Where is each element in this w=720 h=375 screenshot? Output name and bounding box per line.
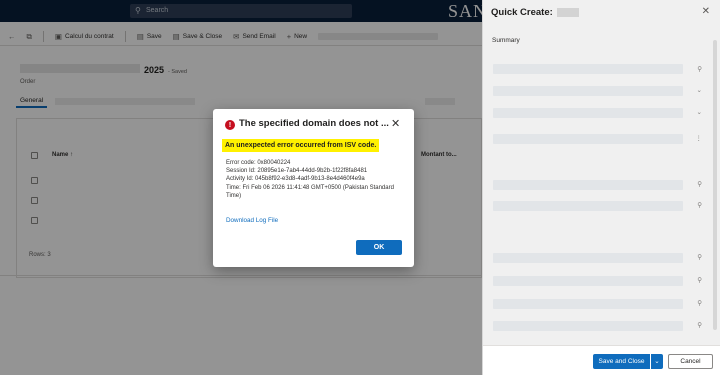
error-code: Error code: 0x80040224 [226, 160, 291, 166]
error-message-highlight: An unexpected error occurred from ISV co… [222, 139, 380, 152]
error-dialog: ! The specified domain does not ... ✕ An… [213, 109, 414, 267]
quick-create-footer: Save and Close ⌄ Cancel [483, 345, 720, 375]
activity-id: Activity Id: 045b8f92-e3d8-4adf-9b13-8e4… [226, 176, 365, 183]
cancel-button[interactable]: Cancel [668, 354, 713, 369]
error-time: Time: Fri Feb 06 2026 11:41:48 GMT+0500 … [226, 184, 394, 199]
error-icon: ! [225, 120, 235, 130]
save-options-chevron-icon[interactable]: ⌄ [651, 354, 663, 369]
ok-button[interactable]: OK [356, 240, 402, 255]
close-icon[interactable]: ✕ [391, 118, 400, 130]
session-id: Session Id: 20895e1e-7ab4-44dd-9b2b-1f22… [226, 168, 368, 175]
quick-create-panel: Quick Create: ✕ Summary ⚲ ⌄ ⌄ ⋮ ⚲ ⚲ ⚲ ⚲ … [482, 0, 720, 375]
error-details: Error code: 0x80040224 Session Id: 20895… [226, 159, 406, 200]
dialog-title: The specified domain does not ... [239, 118, 389, 129]
save-and-close-button[interactable]: Save and Close [593, 354, 650, 369]
download-log-link[interactable]: Download Log File [226, 217, 278, 224]
panel-overlay [483, 0, 720, 345]
